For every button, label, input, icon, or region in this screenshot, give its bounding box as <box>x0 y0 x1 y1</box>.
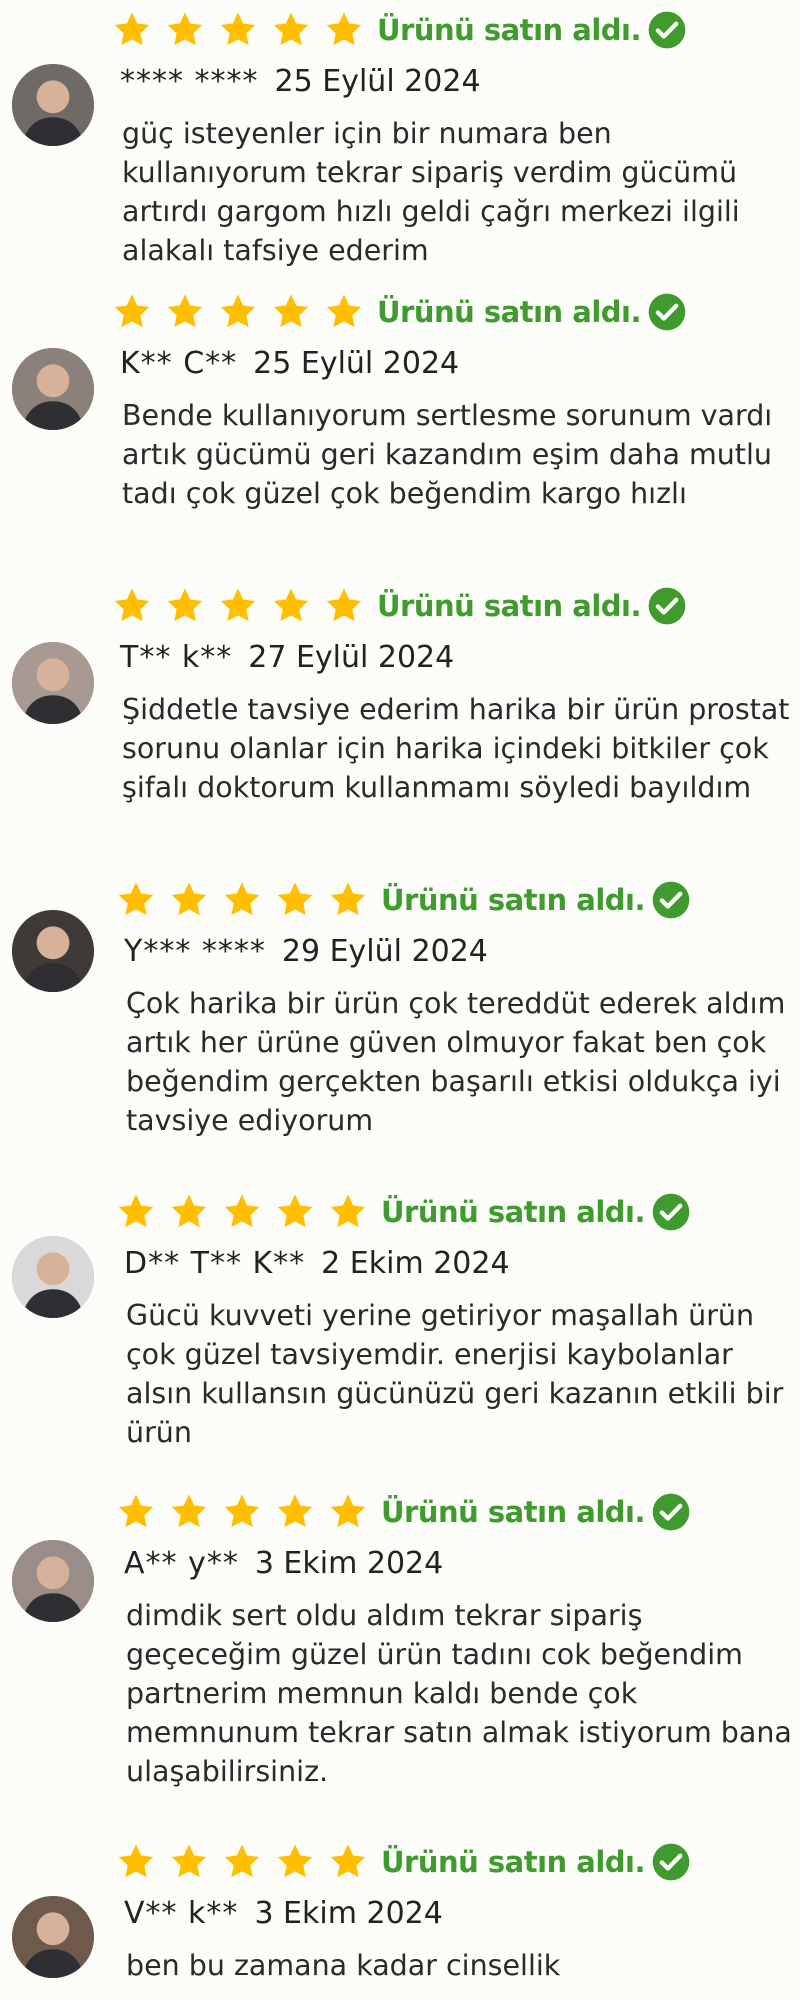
star-icon <box>116 1492 156 1532</box>
star-icon <box>165 292 205 332</box>
star-icon <box>271 586 311 626</box>
verified-purchase-label: Ürünü satın aldı. <box>381 1195 645 1229</box>
star-icon <box>218 586 258 626</box>
rating-stars: Ürünü satın aldı. <box>116 1840 691 1884</box>
verified-purchase-label: Ürünü satın aldı. <box>377 295 641 329</box>
star-icon <box>165 586 205 626</box>
check-circle-icon <box>651 1842 691 1882</box>
rating-stars: Ürünü satın aldı. <box>116 1190 691 1234</box>
verified-purchase-label: Ürünü satın aldı. <box>377 589 641 623</box>
rating-stars: Ürünü satın aldı. <box>116 878 691 922</box>
review-meta: A** y** 3 Ekim 2024 <box>124 1546 443 1581</box>
star-icon <box>328 1192 368 1232</box>
review-date: 3 Ekim 2024 <box>254 1896 443 1931</box>
star-icon <box>116 1842 156 1882</box>
reviewer-name: V** k** <box>124 1896 239 1931</box>
star-icon <box>328 1842 368 1882</box>
review-text: dimdik sert oldu aldım tekrar sipariş ge… <box>126 1599 792 1788</box>
star-icon <box>112 10 152 50</box>
verified-purchase-badge: Ürünü satın aldı. <box>377 586 687 626</box>
star-icon <box>169 1492 209 1532</box>
reviewer-name: T** k** <box>120 640 233 675</box>
review-meta: V** k** 3 Ekim 2024 <box>124 1896 443 1931</box>
verified-purchase-badge: Ürünü satın aldı. <box>377 10 687 50</box>
rating-stars: Ürünü satın aldı. <box>116 1490 691 1534</box>
verified-purchase-label: Ürünü satın aldı. <box>381 883 645 917</box>
rating-stars: Ürünü satın aldı. <box>112 8 687 52</box>
review-date: 27 Eylül 2024 <box>248 640 455 675</box>
verified-purchase-label: Ürünü satın aldı. <box>381 1845 645 1879</box>
rating-stars: Ürünü satın aldı. <box>112 290 687 334</box>
star-icon <box>328 1492 368 1532</box>
reviewer-name: **** **** <box>120 64 259 99</box>
star-icon <box>328 880 368 920</box>
star-icon <box>218 10 258 50</box>
review-text: güç isteyenler için bir numara ben kulla… <box>122 117 740 267</box>
review-text: Çok harika bir ürün çok tereddüt ederek … <box>126 987 786 1137</box>
reviewer-name: A** y** <box>124 1546 239 1581</box>
reviewer-name: Y*** **** <box>124 934 266 969</box>
verified-purchase-badge: Ürünü satın aldı. <box>381 1492 691 1532</box>
check-circle-icon <box>647 10 687 50</box>
review-date: 25 Eylül 2024 <box>253 346 460 381</box>
star-icon <box>112 292 152 332</box>
star-icon <box>116 880 156 920</box>
star-icon <box>222 1842 262 1882</box>
review-meta: Y*** **** 29 Eylül 2024 <box>124 934 488 969</box>
review-text: ben bu zamana kadar cinsellik <box>126 1949 561 1982</box>
check-circle-icon <box>651 880 691 920</box>
verified-purchase-badge: Ürünü satın aldı. <box>381 1842 691 1882</box>
star-icon <box>324 10 364 50</box>
star-icon <box>275 880 315 920</box>
review-meta: **** **** 25 Eylül 2024 <box>120 64 481 99</box>
reviewer-avatar <box>12 1236 94 1318</box>
check-circle-icon <box>647 292 687 332</box>
review-text: Bende kullanıyorum sertlesme sorunum var… <box>122 399 773 510</box>
review-meta: K** C** 25 Eylül 2024 <box>120 346 459 381</box>
star-icon <box>222 1192 262 1232</box>
star-icon <box>275 1492 315 1532</box>
verified-purchase-label: Ürünü satın aldı. <box>377 13 641 47</box>
verified-purchase-label: Ürünü satın aldı. <box>381 1495 645 1529</box>
check-circle-icon <box>651 1492 691 1532</box>
reviewer-avatar <box>12 1896 94 1978</box>
star-icon <box>169 1842 209 1882</box>
verified-purchase-badge: Ürünü satın aldı. <box>381 1192 691 1232</box>
verified-purchase-badge: Ürünü satın aldı. <box>381 880 691 920</box>
star-icon <box>222 880 262 920</box>
star-icon <box>169 880 209 920</box>
star-icon <box>165 10 205 50</box>
check-circle-icon <box>647 586 687 626</box>
star-icon <box>116 1192 156 1232</box>
reviewer-avatar <box>12 910 94 992</box>
star-icon <box>271 10 311 50</box>
star-icon <box>275 1842 315 1882</box>
review-meta: T** k** 27 Eylül 2024 <box>120 640 454 675</box>
review-date: 2 Ekim 2024 <box>321 1246 510 1281</box>
review-text: Şiddetle tavsiye ederim harika bir ürün … <box>122 693 790 804</box>
review-date: 25 Eylül 2024 <box>274 64 481 99</box>
review-date: 3 Ekim 2024 <box>254 1546 444 1581</box>
check-circle-icon <box>651 1192 691 1232</box>
review-meta: D** T** K** 2 Ekim 2024 <box>124 1246 510 1281</box>
reviewer-avatar <box>12 64 94 146</box>
star-icon <box>218 292 258 332</box>
star-icon <box>112 586 152 626</box>
reviewer-name: K** C** <box>120 346 238 381</box>
review-text: Gücü kuvveti yerine getiriyor maşallah ü… <box>126 1299 784 1449</box>
star-icon <box>324 586 364 626</box>
reviewer-avatar <box>12 1540 94 1622</box>
star-icon <box>275 1192 315 1232</box>
reviewer-avatar <box>12 348 94 430</box>
star-icon <box>324 292 364 332</box>
verified-purchase-badge: Ürünü satın aldı. <box>377 292 687 332</box>
review-date: 29 Eylül 2024 <box>281 934 488 969</box>
rating-stars: Ürünü satın aldı. <box>112 584 687 628</box>
reviewer-avatar <box>12 642 94 724</box>
star-icon <box>169 1192 209 1232</box>
reviewer-name: D** T** K** <box>124 1246 306 1281</box>
star-icon <box>222 1492 262 1532</box>
star-icon <box>271 292 311 332</box>
